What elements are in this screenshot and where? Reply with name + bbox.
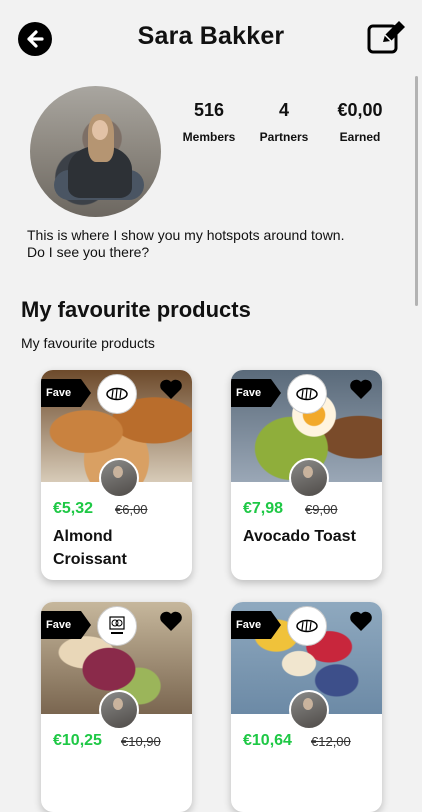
fave-badge: Fave	[231, 379, 281, 407]
stat-earned-label: Earned	[339, 130, 381, 144]
stat-partners-label: Partners	[259, 130, 309, 144]
section-subtitle: My favourite products	[21, 335, 155, 351]
bread-icon	[296, 619, 318, 633]
owner-avatar	[289, 458, 329, 498]
product-old-price: €10,90	[121, 734, 161, 749]
product-card[interactable]: Fave €5,32 €6,00 Almond Croissant	[41, 370, 192, 580]
edit-icon	[367, 21, 405, 54]
stat-partners-value: 4	[278, 100, 289, 120]
product-card[interactable]: Fave €10,25 €10,90	[41, 602, 192, 812]
product-price: €10,64	[243, 732, 292, 749]
bluebird-logo	[109, 616, 125, 634]
stat-members: 516 Members	[180, 100, 238, 144]
stat-members-value: 516	[193, 100, 225, 120]
product-old-price: €12,00	[311, 734, 351, 749]
product-price: €7,98	[243, 500, 284, 517]
product-name: Almond Croissant	[53, 528, 127, 568]
scrollbar[interactable]	[415, 76, 418, 306]
header: Sara Bakker	[0, 0, 422, 70]
stat-partners: 4 Partners	[256, 100, 312, 144]
bread-icon	[296, 387, 318, 401]
product-price: €10,25	[53, 732, 102, 749]
bread-icon	[106, 387, 128, 401]
heart-icon[interactable]	[349, 378, 373, 400]
page-title: Sara Bakker	[137, 22, 285, 50]
heart-icon[interactable]	[159, 610, 183, 632]
product-old-price: €9,00	[305, 502, 338, 517]
stat-earned-value: €0,00	[337, 100, 383, 120]
owner-avatar	[99, 690, 139, 730]
brand-logo	[97, 606, 137, 646]
heart-icon[interactable]	[349, 610, 373, 632]
stat-earned: €0,00 Earned	[332, 100, 388, 144]
fave-badge: Fave	[41, 379, 91, 407]
edit-button[interactable]	[366, 20, 408, 56]
section-title: My favourite products	[21, 297, 251, 322]
product-card[interactable]: Fave €10,64 €12,00	[231, 602, 382, 812]
brand-logo	[287, 374, 327, 414]
product-price: €5,32	[53, 500, 94, 517]
profile-avatar	[30, 86, 161, 217]
profile-bio: This is where I show you my hotspots aro…	[27, 227, 345, 260]
heart-icon[interactable]	[159, 378, 183, 400]
product-old-price: €6,00	[115, 502, 148, 517]
brand-logo	[97, 374, 137, 414]
stat-members-label: Members	[182, 130, 236, 144]
product-name: Avocado Toast	[243, 528, 356, 545]
fave-badge: Fave	[231, 611, 281, 639]
owner-avatar	[289, 690, 329, 730]
fave-badge: Fave	[41, 611, 91, 639]
brand-logo	[287, 606, 327, 646]
product-card[interactable]: Fave €7,98 €9,00 Avocado Toast	[231, 370, 382, 580]
owner-avatar	[99, 458, 139, 498]
